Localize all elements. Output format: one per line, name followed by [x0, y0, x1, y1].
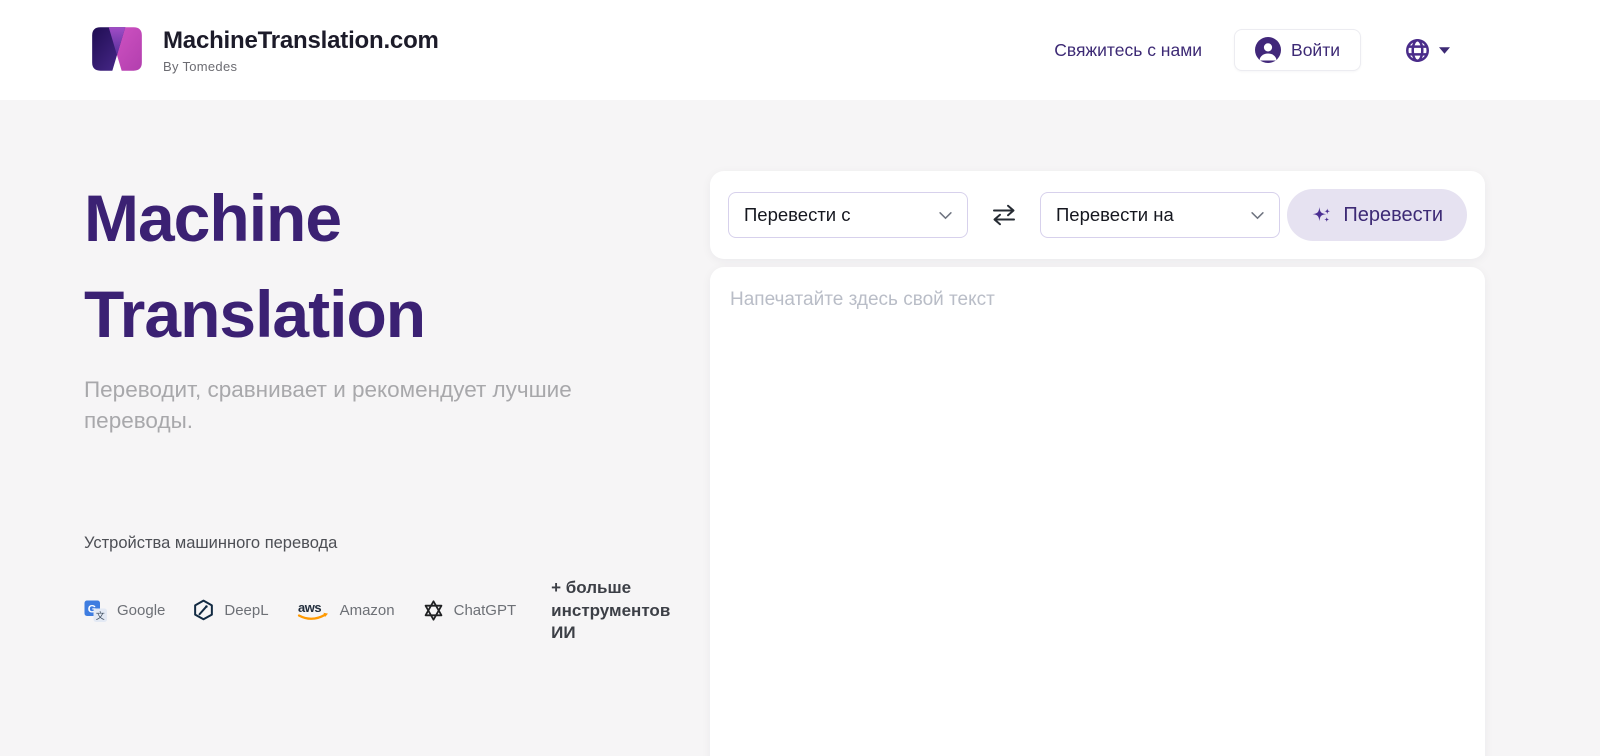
chatgpt-icon — [422, 599, 445, 622]
brand-logo-icon — [88, 23, 146, 77]
brand-home-link[interactable]: MachineTranslation.com By Tomedes — [88, 23, 439, 77]
login-button[interactable]: Войти — [1234, 29, 1361, 71]
user-circle-icon — [1255, 37, 1281, 63]
engine-chatgpt: ChatGPT — [422, 599, 517, 622]
hero-section: Machine Translation Переводит, сравнивае… — [84, 170, 694, 645]
engine-label: Google — [117, 602, 165, 619]
header: MachineTranslation.com By Tomedes Свяжит… — [0, 0, 1600, 100]
login-button-label: Войти — [1291, 40, 1340, 61]
more-ai-tools-label: + больше инструментов ИИ — [551, 577, 694, 645]
chevron-down-icon — [1251, 211, 1264, 220]
brand-title: MachineTranslation.com — [163, 27, 439, 55]
brand-text: MachineTranslation.com By Tomedes — [163, 27, 439, 74]
translate-button[interactable]: Перевести — [1287, 189, 1467, 241]
svg-text:文: 文 — [96, 610, 105, 622]
engine-label: DeepL — [224, 602, 268, 619]
target-language-value: Перевести на — [1056, 204, 1174, 226]
engines-row: G 文 Google DeepL aws — [84, 577, 694, 645]
page-subtitle: Переводит, сравнивает и рекомендует лучш… — [84, 374, 624, 436]
swap-languages-button[interactable] — [989, 203, 1019, 227]
svg-text:aws: aws — [298, 600, 321, 615]
source-text-input[interactable] — [710, 267, 1485, 756]
header-actions: Свяжитесь с нами Войти — [1054, 29, 1450, 71]
translate-button-label: Перевести — [1343, 204, 1443, 227]
engine-deepl: DeepL — [192, 599, 268, 622]
source-language-select[interactable]: Перевести с — [728, 192, 968, 238]
source-text-card — [710, 267, 1485, 756]
engines-label: Устройства машинного перевода — [84, 534, 694, 553]
contact-us-link[interactable]: Свяжитесь с нами — [1054, 40, 1202, 61]
aws-icon: aws — [296, 599, 331, 623]
deepl-icon — [192, 599, 215, 622]
translator-toolbar: Перевести с Перевести на — [710, 171, 1485, 259]
globe-icon — [1405, 38, 1430, 63]
translator-panel: Перевести с Перевести на — [710, 171, 1485, 756]
language-switcher[interactable] — [1405, 38, 1450, 63]
engine-amazon: aws Amazon — [296, 599, 395, 623]
engine-label: Amazon — [340, 602, 395, 619]
page: MachineTranslation.com By Tomedes Свяжит… — [0, 0, 1600, 756]
engine-google: G 文 Google — [84, 599, 165, 623]
swap-arrows-icon — [989, 203, 1019, 227]
chevron-down-icon — [1439, 47, 1450, 54]
engine-label: ChatGPT — [454, 602, 517, 619]
target-language-select[interactable]: Перевести на — [1040, 192, 1280, 238]
source-language-value: Перевести с — [744, 204, 851, 226]
chevron-down-icon — [939, 211, 952, 220]
page-title: Machine Translation — [84, 170, 604, 362]
brand-subtitle: By Tomedes — [163, 59, 439, 74]
sparkles-icon — [1311, 205, 1332, 226]
google-translate-icon: G 文 — [84, 599, 108, 623]
